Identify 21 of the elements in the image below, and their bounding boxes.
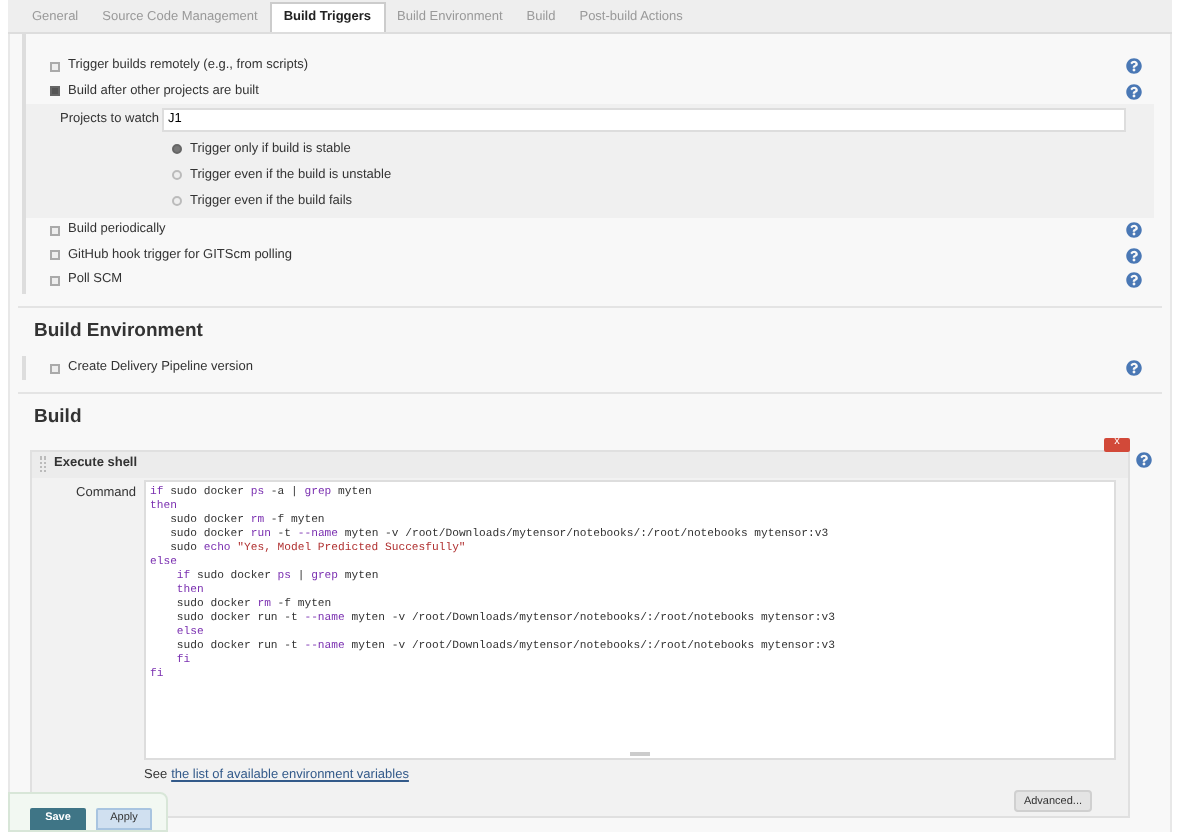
resize-handle-icon[interactable]	[630, 751, 650, 755]
checkbox[interactable]	[50, 61, 60, 72]
section-heading: Build Environment	[34, 317, 203, 345]
radio-button[interactable]	[172, 196, 182, 206]
checkbox[interactable]	[50, 250, 60, 261]
help-icon[interactable]	[1126, 272, 1142, 289]
help-icon[interactable]	[1126, 222, 1142, 239]
radio-button[interactable]	[172, 144, 182, 154]
checkbox[interactable]	[50, 86, 60, 97]
command-textarea[interactable]	[144, 479, 1116, 759]
drag-handle-icon[interactable]	[40, 456, 46, 472]
checkbox[interactable]	[50, 275, 60, 286]
help-icon[interactable]	[1126, 58, 1142, 75]
checkbox[interactable]	[50, 363, 60, 373]
help-icon[interactable]	[1136, 451, 1152, 467]
help-icon[interactable]	[1126, 360, 1142, 376]
radio-button[interactable]	[172, 170, 182, 180]
help-icon[interactable]	[1126, 83, 1142, 100]
checkbox[interactable]	[50, 225, 60, 236]
section-heading: Build	[34, 404, 82, 433]
help-icon[interactable]	[1126, 247, 1142, 264]
